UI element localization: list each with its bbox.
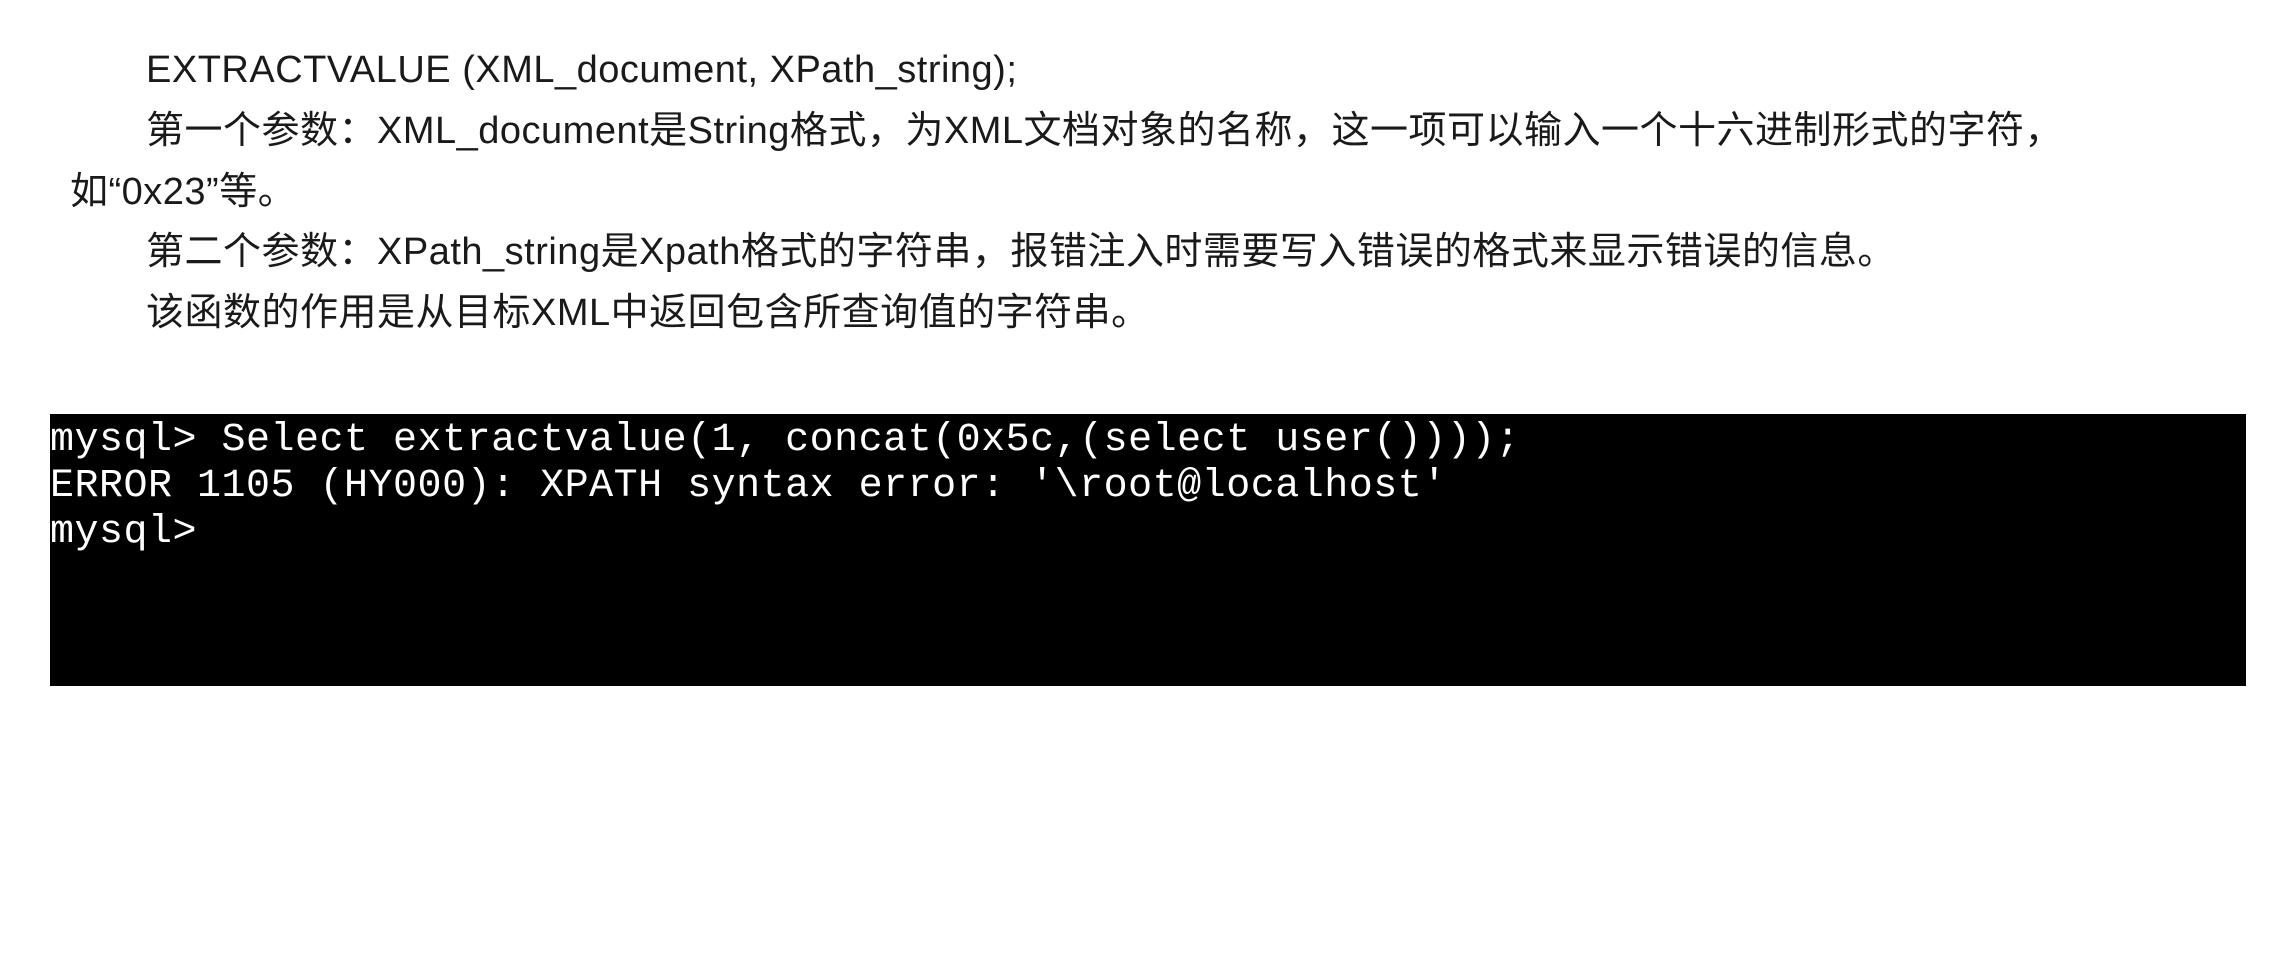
- terminal-line-2: ERROR 1105 (HY000): XPATH syntax error: …: [50, 464, 2246, 510]
- terminal-output: mysql> Select extractvalue(1, concat(0x5…: [50, 414, 2246, 686]
- syntax-line: EXTRACTVALUE (XML_document, XPath_string…: [70, 40, 2236, 101]
- terminal-line-1: mysql> Select extractvalue(1, concat(0x5…: [50, 418, 2246, 464]
- terminal-line-3: mysql>: [50, 510, 2246, 556]
- description-text: EXTRACTVALUE (XML_document, XPath_string…: [70, 40, 2236, 344]
- function-purpose: 该函数的作用是从目标XML中返回包含所查询值的字符串。: [70, 283, 2236, 344]
- param1-description: 第一个参数：XML_document是String格式，为XML文档对象的名称，…: [70, 101, 2236, 223]
- param2-description: 第二个参数：XPath_string是Xpath格式的字符串，报错注入时需要写入…: [70, 222, 2236, 283]
